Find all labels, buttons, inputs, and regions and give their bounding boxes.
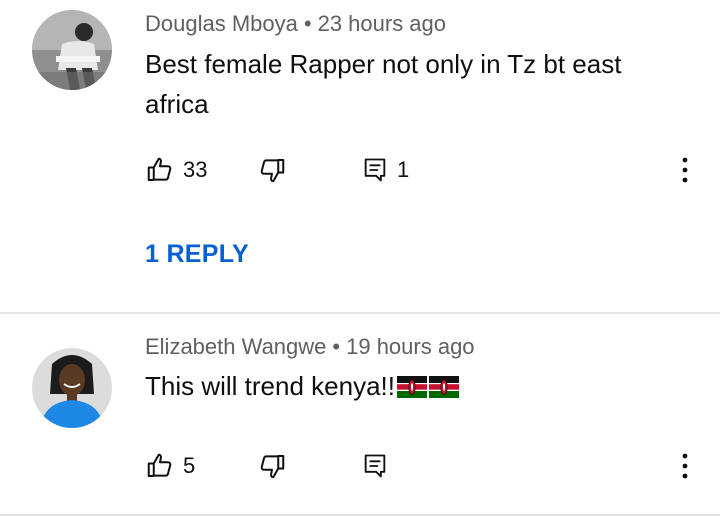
- comment-icon: [361, 156, 389, 184]
- reply-button[interactable]: [361, 446, 389, 486]
- comment-time: 19 hours ago: [346, 334, 475, 359]
- avatar[interactable]: [32, 348, 112, 428]
- meta-separator: •: [332, 334, 341, 359]
- more-vertical-icon: [682, 157, 688, 183]
- more-options-button[interactable]: [673, 446, 697, 486]
- divider: [0, 514, 720, 516]
- like-count: 5: [183, 453, 196, 478]
- thumbs-down-icon: [257, 451, 287, 481]
- thumbs-down-icon: [257, 155, 287, 185]
- comment-time: 23 hours ago: [317, 11, 447, 36]
- more-vertical-icon: [682, 453, 688, 479]
- avatar[interactable]: [32, 10, 112, 90]
- comment-actions: 5: [145, 446, 705, 486]
- kenya-flag-emoji: [428, 369, 459, 398]
- comment-meta: Douglas Mboya • 23 hours ago: [145, 11, 446, 37]
- author-name[interactable]: Elizabeth Wangwe: [145, 334, 326, 359]
- meta-separator: •: [303, 11, 312, 36]
- comment-text: Best female Rapper not only in Tz bt eas…: [145, 49, 622, 119]
- comment-text-content: This will trend kenya!!: [145, 371, 395, 401]
- comment-actions: 33 1: [145, 150, 705, 190]
- kenya-flag-emoji: [396, 369, 427, 398]
- thumbs-up-icon: [145, 155, 175, 185]
- author-name[interactable]: Douglas Mboya: [145, 11, 298, 36]
- more-options-button[interactable]: [673, 150, 697, 190]
- reply-count: 1: [397, 157, 410, 182]
- view-replies-link[interactable]: 1 REPLY: [145, 240, 249, 269]
- thumbs-up-icon: [145, 451, 175, 481]
- like-button[interactable]: 33: [145, 150, 207, 190]
- like-count: 33: [183, 157, 208, 182]
- reply-button[interactable]: 1: [361, 150, 409, 190]
- dislike-button[interactable]: [257, 446, 287, 486]
- comment-icon: [361, 452, 389, 480]
- comment-meta: Elizabeth Wangwe • 19 hours ago: [145, 334, 475, 360]
- comment-item: Elizabeth Wangwe • 19 hours ago This will …: [0, 314, 720, 517]
- comment-item: Douglas Mboya • 23 hours ago Best female R…: [0, 0, 720, 312]
- comment-text: This will trend kenya!!: [145, 366, 685, 406]
- like-button[interactable]: 5: [145, 446, 195, 486]
- dislike-button[interactable]: [257, 150, 287, 190]
